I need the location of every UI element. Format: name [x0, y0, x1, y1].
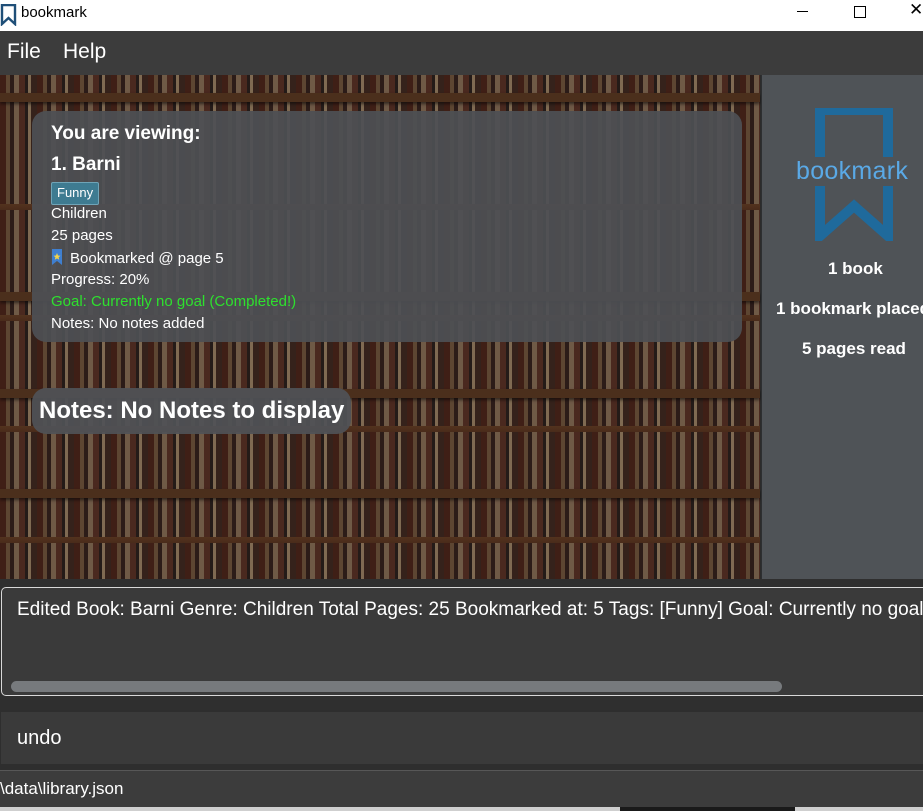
stat-pages-read: 5 pages read	[802, 339, 906, 358]
menu-file[interactable]: File	[7, 40, 41, 64]
close-button[interactable]: ✕	[892, 0, 923, 26]
taskbar-edge	[0, 807, 923, 811]
stat-bookmarks: 1 bookmark placed	[776, 299, 923, 318]
bookmark-app-icon	[0, 4, 17, 26]
stat-books: 1 book	[828, 259, 883, 278]
book-detail-card: You are viewing: 1. Barni Funny Children…	[32, 111, 742, 342]
taskbar-item	[620, 807, 795, 811]
bookmark-text: Bookmarked @ page 5	[70, 250, 224, 267]
tag-badge: Funny	[51, 182, 100, 205]
status-bar: \data\library.json	[0, 770, 923, 811]
book-name: 1. Barni	[51, 154, 121, 175]
result-display[interactable]: Edited Book: Barni Genre: Children Total…	[1, 587, 923, 696]
book-progress: Progress: 20%	[51, 271, 150, 288]
window-title: bookmark	[21, 4, 87, 21]
menu-help[interactable]: Help	[63, 40, 106, 64]
bookmark-ribbon-icon	[52, 249, 62, 265]
book-genre: Children	[51, 205, 107, 222]
summary-panel: bookmark 1 book 1 bookmark placed 5 page…	[761, 75, 923, 579]
result-text: Edited Book: Barni Genre: Children Total…	[17, 599, 923, 620]
command-area	[0, 710, 923, 770]
minimize-icon	[797, 11, 808, 12]
result-display-area: Edited Book: Barni Genre: Children Total…	[0, 579, 923, 710]
horizontal-scrollbar[interactable]	[8, 679, 923, 693]
close-icon: ✕	[909, 0, 923, 20]
data-file-path: \data\library.json	[0, 779, 124, 798]
logo-text: bookmark	[795, 157, 910, 186]
command-input[interactable]	[1, 712, 923, 764]
notes-display: Notes: No Notes to display	[32, 388, 352, 434]
book-pages: 25 pages	[51, 227, 113, 244]
bookmark-line: Bookmarked @ page 5	[51, 249, 224, 267]
scrollbar-thumb[interactable]	[11, 681, 782, 692]
book-notes: Notes: No notes added	[51, 315, 205, 332]
detail-heading: You are viewing:	[51, 123, 201, 144]
maximize-icon	[854, 6, 866, 18]
minimize-button[interactable]	[780, 0, 826, 26]
menu-bar: File Help	[0, 31, 923, 75]
book-goal: Goal: Currently no goal (Completed!)	[51, 293, 297, 310]
title-bar: bookmark ✕	[0, 0, 923, 31]
maximize-button[interactable]	[836, 0, 882, 26]
